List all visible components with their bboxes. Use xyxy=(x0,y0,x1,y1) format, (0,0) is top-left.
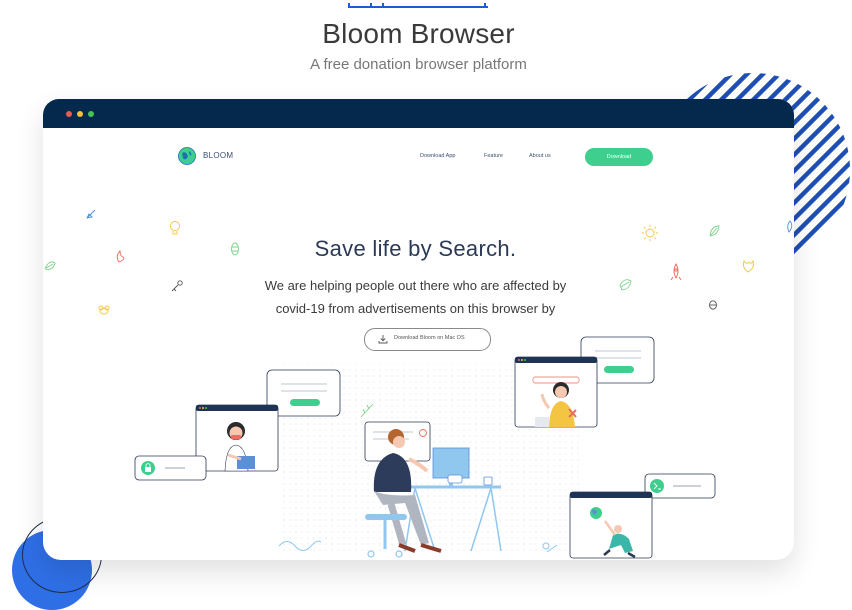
download-icon xyxy=(378,335,388,344)
mini-window-right xyxy=(514,356,598,428)
hero-description-line-1: We are helping people out there who are … xyxy=(264,278,567,293)
download-mac-label: Download Bloom on Mac OS xyxy=(394,335,465,341)
pen-icon xyxy=(86,209,96,219)
mini-window-left xyxy=(195,404,279,472)
lock-card xyxy=(134,455,207,481)
close-dot[interactable] xyxy=(66,111,72,117)
maximize-dot[interactable] xyxy=(88,111,94,117)
lightbulb-icon xyxy=(170,221,180,235)
download-mac-button[interactable]: Download Bloom on Mac OS xyxy=(364,328,491,351)
bloom-logo-icon[interactable] xyxy=(178,147,196,165)
hero-description-line-2: covid-19 from advertisements on this bro… xyxy=(275,301,556,316)
rocket-icon xyxy=(670,263,682,281)
window-titlebar xyxy=(43,99,794,128)
hero-title: Save life by Search. xyxy=(314,236,517,261)
nav-link-download-app[interactable]: Download App xyxy=(420,153,455,159)
page-subtitle: A free donation browser platform xyxy=(310,56,527,73)
minimize-dot[interactable] xyxy=(77,111,83,117)
drop-icon-2 xyxy=(787,220,793,233)
terminal-card xyxy=(644,473,716,499)
page-title: Bloom Browser xyxy=(322,18,515,49)
nav-download-button[interactable]: Download xyxy=(585,148,653,166)
lock-icon xyxy=(145,467,151,472)
leaf-icon xyxy=(44,261,56,270)
mini-window-bottom-right xyxy=(569,491,653,559)
nav-brand[interactable]: BLOOM xyxy=(203,151,233,160)
nav-link-about-us[interactable]: About us xyxy=(529,153,551,159)
top-accent xyxy=(348,0,488,8)
nav-link-feature[interactable]: Feature xyxy=(484,153,503,159)
browser-window: BLOOM Download App Feature About us Down… xyxy=(43,99,794,560)
drop-icon xyxy=(743,259,754,273)
leaf-icon-2 xyxy=(709,225,720,237)
